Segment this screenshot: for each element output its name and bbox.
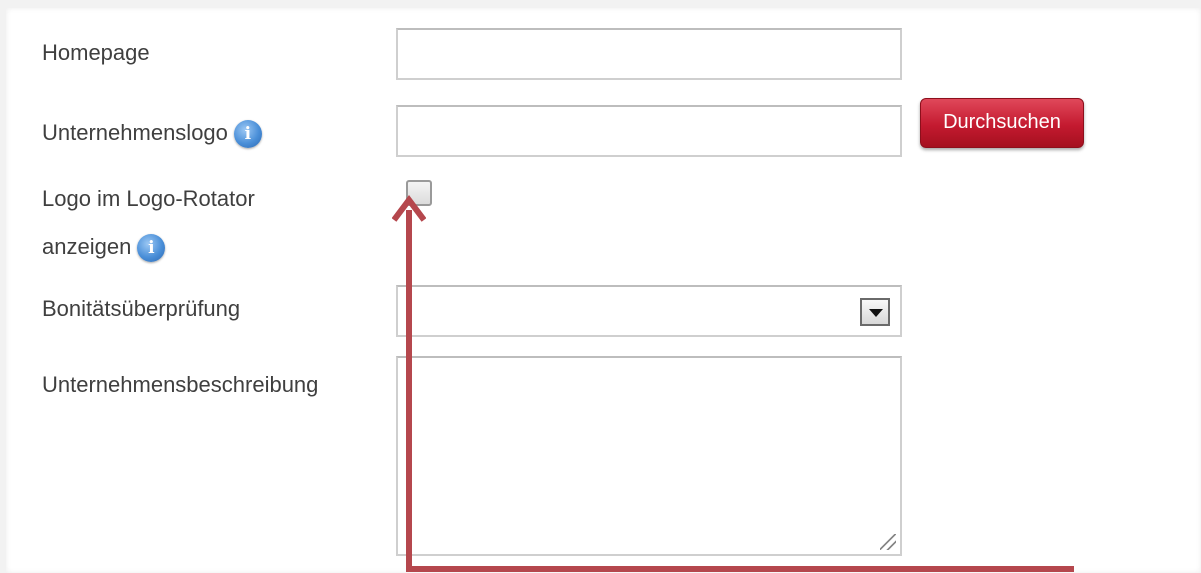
annotation-arrow-base	[406, 566, 1074, 572]
annotation-arrow-shaft	[406, 210, 412, 572]
annotation-arrowhead-icon	[392, 195, 426, 222]
company-logo-label: Unternehmenslogo i	[42, 120, 262, 148]
logo-rotator-label-line2: anzeigen i	[42, 233, 166, 262]
company-description-textarea[interactable]	[396, 356, 902, 556]
logo-rotator-label-line1: Logo im Logo-Rotator	[42, 186, 255, 211]
info-icon[interactable]: i	[137, 234, 166, 262]
chevron-down-icon[interactable]	[860, 298, 890, 326]
homepage-input[interactable]	[396, 28, 902, 80]
homepage-label: Homepage	[42, 40, 150, 65]
info-icon[interactable]: i	[233, 120, 262, 148]
credit-check-select[interactable]	[396, 285, 902, 337]
company-logo-label-text: Unternehmenslogo	[42, 119, 228, 145]
resize-handle-icon[interactable]	[880, 534, 896, 550]
company-logo-file-input[interactable]	[396, 105, 902, 157]
logo-rotator-label-line2-text: anzeigen	[42, 233, 132, 259]
credit-check-label: Bonitätsüberprüfung	[42, 296, 241, 321]
form-panel: Homepage Unternehmenslogo i Durchsuchen L…	[6, 8, 1201, 573]
browse-button[interactable]: Durchsuchen	[920, 98, 1084, 148]
company-description-label: Unternehmensbeschreibung	[42, 372, 319, 397]
